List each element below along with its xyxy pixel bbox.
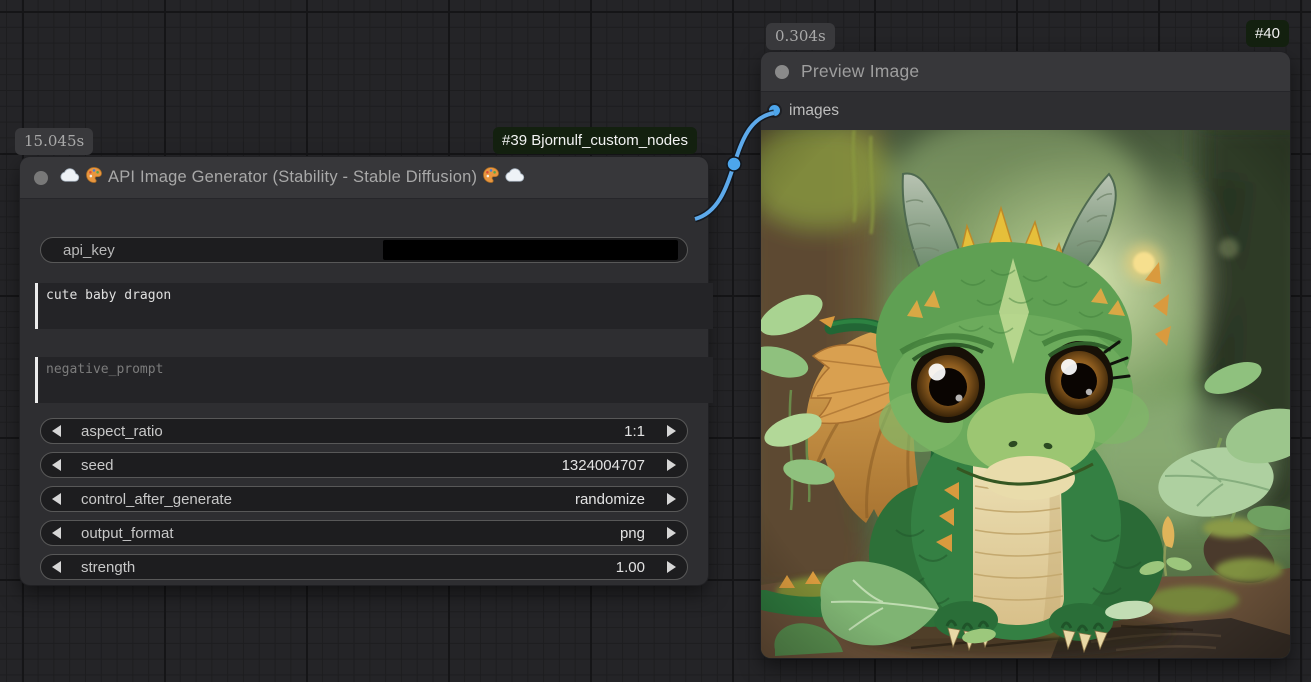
images-input-label: images — [789, 102, 839, 120]
widget-row-aspect-ratio[interactable]: aspect_ratio 1:1 — [40, 418, 688, 444]
widget-row-output-format[interactable]: output_format png — [40, 520, 688, 546]
collapse-dot[interactable] — [775, 65, 789, 79]
negative-prompt-textarea[interactable]: negative_prompt — [35, 357, 713, 403]
prompt-textarea[interactable]: cute baby dragon — [35, 283, 713, 329]
decrement-arrow-icon[interactable] — [52, 459, 61, 471]
palette-icon — [482, 166, 500, 189]
increment-arrow-icon[interactable] — [667, 425, 676, 437]
widget-value: randomize — [575, 491, 645, 508]
increment-arrow-icon[interactable] — [667, 493, 676, 505]
widget-row-seed[interactable]: seed 1324004707 — [40, 452, 688, 478]
preview-image-node[interactable]: Preview Image images — [761, 52, 1290, 658]
api-key-redacted-value — [383, 240, 678, 260]
api-image-generator-node-header[interactable]: API Image Generator (Stability - Stable … — [20, 157, 708, 199]
widget-value: png — [620, 525, 645, 542]
api-image-generator-node[interactable]: API Image Generator (Stability - Stable … — [20, 157, 708, 585]
widget-label: seed — [81, 457, 114, 474]
increment-arrow-icon[interactable] — [667, 459, 676, 471]
widget-row-control-after-generate[interactable]: control_after_generate randomize — [40, 486, 688, 512]
prompt-text: cute baby dragon — [46, 288, 171, 303]
negative-prompt-placeholder: negative_prompt — [46, 362, 163, 377]
images-input-dot[interactable] — [769, 105, 780, 116]
decrement-arrow-icon[interactable] — [52, 493, 61, 505]
comfyui-canvas[interactable]: { "canvas": { "background": "#242427", "… — [0, 0, 1311, 682]
preview-image-node-header[interactable]: Preview Image — [761, 52, 1290, 92]
widget-value: 1324004707 — [562, 457, 645, 474]
collapse-dot[interactable] — [34, 171, 48, 185]
widget-label: output_format — [81, 525, 174, 542]
link-midpoint-dot — [727, 157, 741, 171]
widget-label: control_after_generate — [81, 491, 232, 508]
node-title-text: API Image Generator (Stability - Stable … — [108, 168, 477, 187]
widget-value: 1.00 — [616, 559, 645, 576]
widget-label: strength — [81, 559, 135, 576]
preview-image — [761, 130, 1290, 658]
widget-row-strength[interactable]: strength 1.00 — [40, 554, 688, 580]
palette-icon — [85, 166, 103, 189]
decrement-arrow-icon[interactable] — [52, 425, 61, 437]
generator-timer-badge: 15.045s — [15, 128, 93, 155]
decrement-arrow-icon[interactable] — [52, 527, 61, 539]
api-key-label: api_key — [63, 242, 115, 259]
cloud-icon — [505, 168, 525, 187]
widget-value: 1:1 — [624, 423, 645, 440]
node-title: API Image Generator (Stability - Stable … — [60, 166, 525, 189]
generator-id-badge: #39 Bjornulf_custom_nodes — [493, 127, 697, 154]
preview-id-badge: #40 — [1246, 20, 1289, 47]
images-input-slot[interactable]: images — [761, 92, 1290, 129]
api-key-field[interactable]: api_key — [40, 237, 688, 263]
cloud-icon — [60, 168, 80, 187]
node-title-text: Preview Image — [801, 61, 919, 82]
decrement-arrow-icon[interactable] — [52, 561, 61, 573]
increment-arrow-icon[interactable] — [667, 561, 676, 573]
preview-timer-badge: 0.304s — [766, 23, 835, 50]
widget-label: aspect_ratio — [81, 423, 163, 440]
increment-arrow-icon[interactable] — [667, 527, 676, 539]
